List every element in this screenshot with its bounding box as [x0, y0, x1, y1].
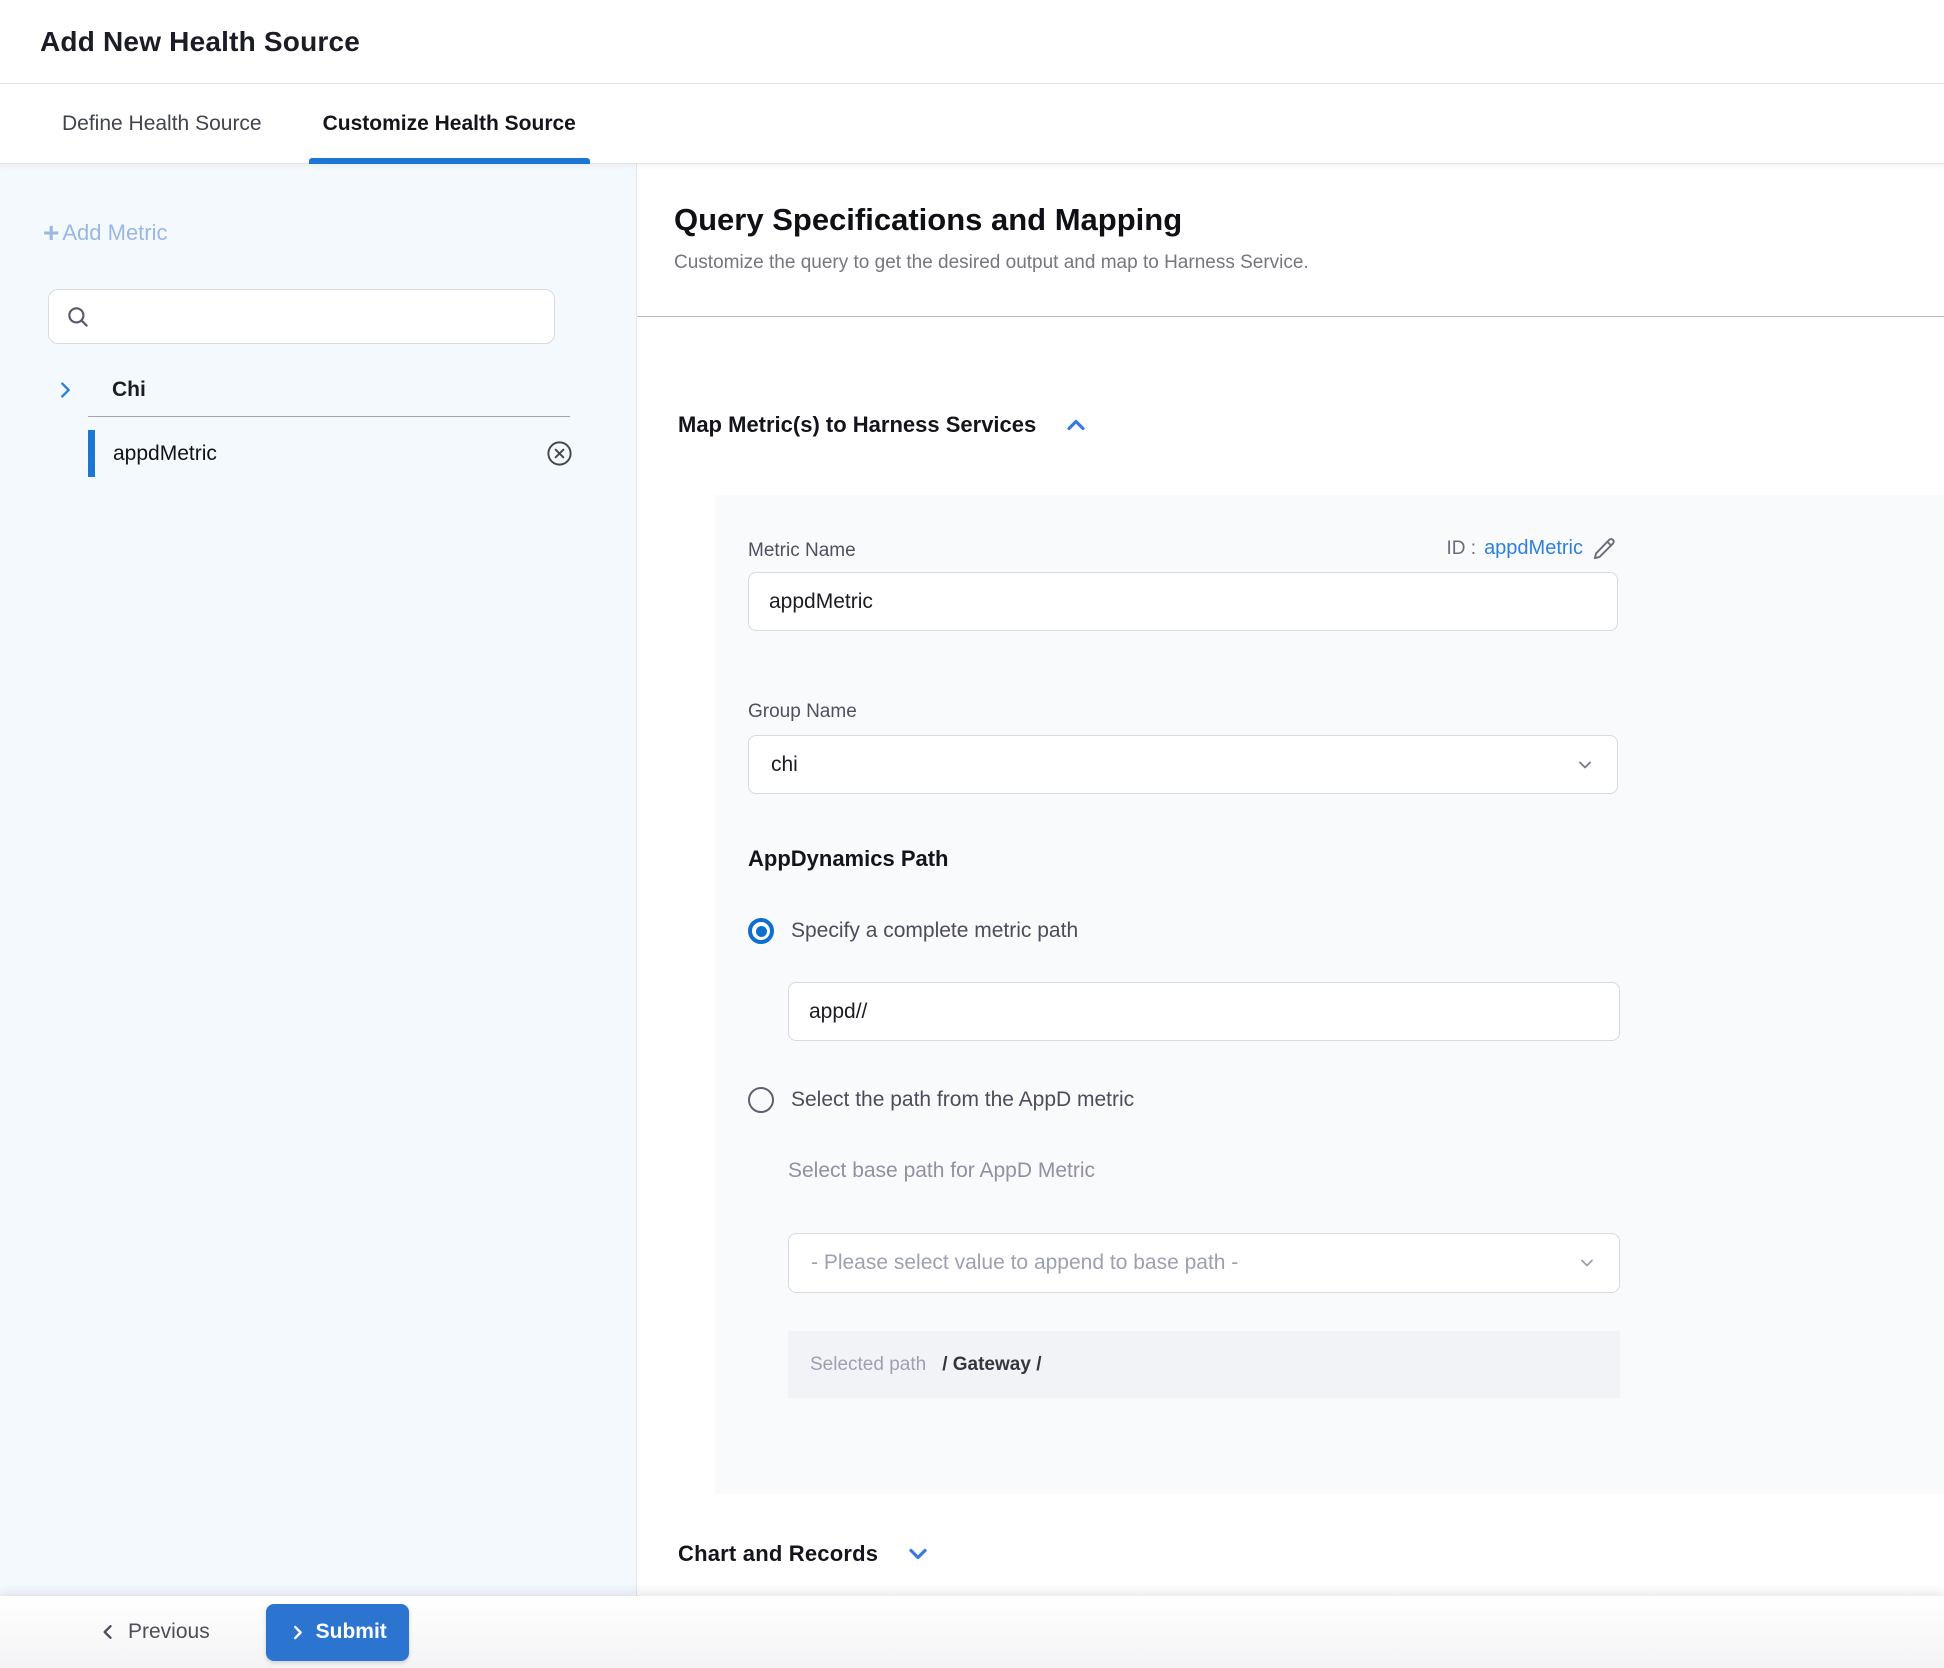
- chevron-down-icon: [1575, 755, 1595, 775]
- chevron-down-icon: [904, 1540, 932, 1568]
- radio-select-path-from-appd[interactable]: Select the path from the AppD metric: [748, 1087, 1944, 1113]
- appdynamics-path-heading: AppDynamics Path: [748, 846, 1944, 872]
- submit-button-label: Submit: [316, 1620, 387, 1644]
- panel-divider: [637, 316, 1944, 317]
- metric-search-input[interactable]: [103, 305, 538, 328]
- panel-subtitle: Customize the query to get the desired o…: [674, 252, 1944, 274]
- complete-metric-path-input[interactable]: [788, 982, 1620, 1041]
- group-name-value: chi: [771, 753, 798, 777]
- previous-button-label: Previous: [128, 1620, 210, 1644]
- chevron-right-icon: [288, 1623, 307, 1642]
- selected-metric-indicator: [88, 430, 95, 477]
- add-metric-button[interactable]: + Add Metric: [43, 220, 168, 246]
- chart-and-records-heading: Chart and Records: [678, 1541, 878, 1567]
- dialog-title: Add New Health Source: [40, 26, 360, 58]
- metric-mapping-card: Metric Name ID : appdMetric Group Nam: [715, 495, 1944, 1494]
- tab-bar: Define Health Source Customize Health So…: [0, 84, 1944, 164]
- search-icon: [65, 304, 91, 330]
- tab-define-label: Define Health Source: [62, 112, 262, 136]
- edit-pencil-icon[interactable]: [1591, 535, 1618, 562]
- tab-customize-health-source[interactable]: Customize Health Source: [309, 84, 590, 163]
- query-spec-panel: Query Specifications and Mapping Customi…: [637, 164, 1944, 1596]
- tab-customize-label: Customize Health Source: [323, 112, 576, 136]
- previous-button[interactable]: Previous: [98, 1620, 210, 1644]
- metric-list-item-appdmetric[interactable]: appdMetric: [0, 430, 636, 477]
- id-value-link[interactable]: appdMetric: [1484, 537, 1583, 560]
- base-path-select[interactable]: - Please select value to append to base …: [788, 1233, 1620, 1293]
- chevron-right-icon: [54, 379, 76, 401]
- selected-path-value: / Gateway /: [942, 1354, 1041, 1376]
- base-path-label: Select base path for AppD Metric: [788, 1159, 1944, 1183]
- selected-path-display: Selected path / Gateway /: [788, 1331, 1620, 1398]
- map-metrics-heading: Map Metric(s) to Harness Services: [678, 412, 1036, 438]
- selected-path-label: Selected path: [810, 1354, 926, 1376]
- add-health-source-dialog: Add New Health Source Define Health Sour…: [0, 0, 1944, 1668]
- chevron-up-icon: [1062, 411, 1090, 439]
- map-metrics-section-toggle[interactable]: Map Metric(s) to Harness Services: [678, 411, 1090, 439]
- base-path-placeholder: - Please select value to append to base …: [811, 1251, 1238, 1275]
- metric-name-label: Metric Name: [748, 540, 856, 562]
- radio-select-path-label: Select the path from the AppD metric: [791, 1088, 1134, 1112]
- metric-name-input[interactable]: [748, 572, 1618, 631]
- tab-define-health-source[interactable]: Define Health Source: [48, 84, 276, 163]
- chevron-down-icon: [1577, 1253, 1597, 1273]
- delete-metric-icon[interactable]: [545, 439, 574, 468]
- metric-group-chi[interactable]: Chi: [0, 378, 636, 402]
- dialog-footer: Previous Submit: [0, 1596, 1944, 1668]
- chevron-left-icon: [98, 1622, 118, 1642]
- sidebar-divider: [88, 416, 570, 417]
- plus-icon: +: [43, 223, 59, 243]
- radio-complete-metric-path-label: Specify a complete metric path: [791, 919, 1078, 943]
- add-metric-label: Add Metric: [62, 220, 167, 246]
- metric-item-label: appdMetric: [113, 442, 217, 466]
- radio-complete-metric-path[interactable]: Specify a complete metric path: [748, 918, 1944, 944]
- dialog-header: Add New Health Source: [0, 0, 1944, 84]
- metric-search-box[interactable]: [48, 289, 555, 344]
- chart-and-records-section-toggle[interactable]: Chart and Records: [678, 1540, 932, 1568]
- radio-selected-icon: [748, 918, 774, 944]
- group-name-label: Group Name: [748, 701, 1944, 723]
- metrics-sidebar: + Add Metric Chi: [0, 164, 637, 1596]
- panel-title: Query Specifications and Mapping: [674, 202, 1944, 238]
- radio-unselected-icon: [748, 1087, 774, 1113]
- dialog-body: + Add Metric Chi: [0, 164, 1944, 1596]
- metric-group-label: Chi: [112, 378, 146, 402]
- submit-button[interactable]: Submit: [266, 1604, 409, 1661]
- group-name-select[interactable]: chi: [748, 735, 1618, 794]
- id-label: ID :: [1447, 538, 1477, 560]
